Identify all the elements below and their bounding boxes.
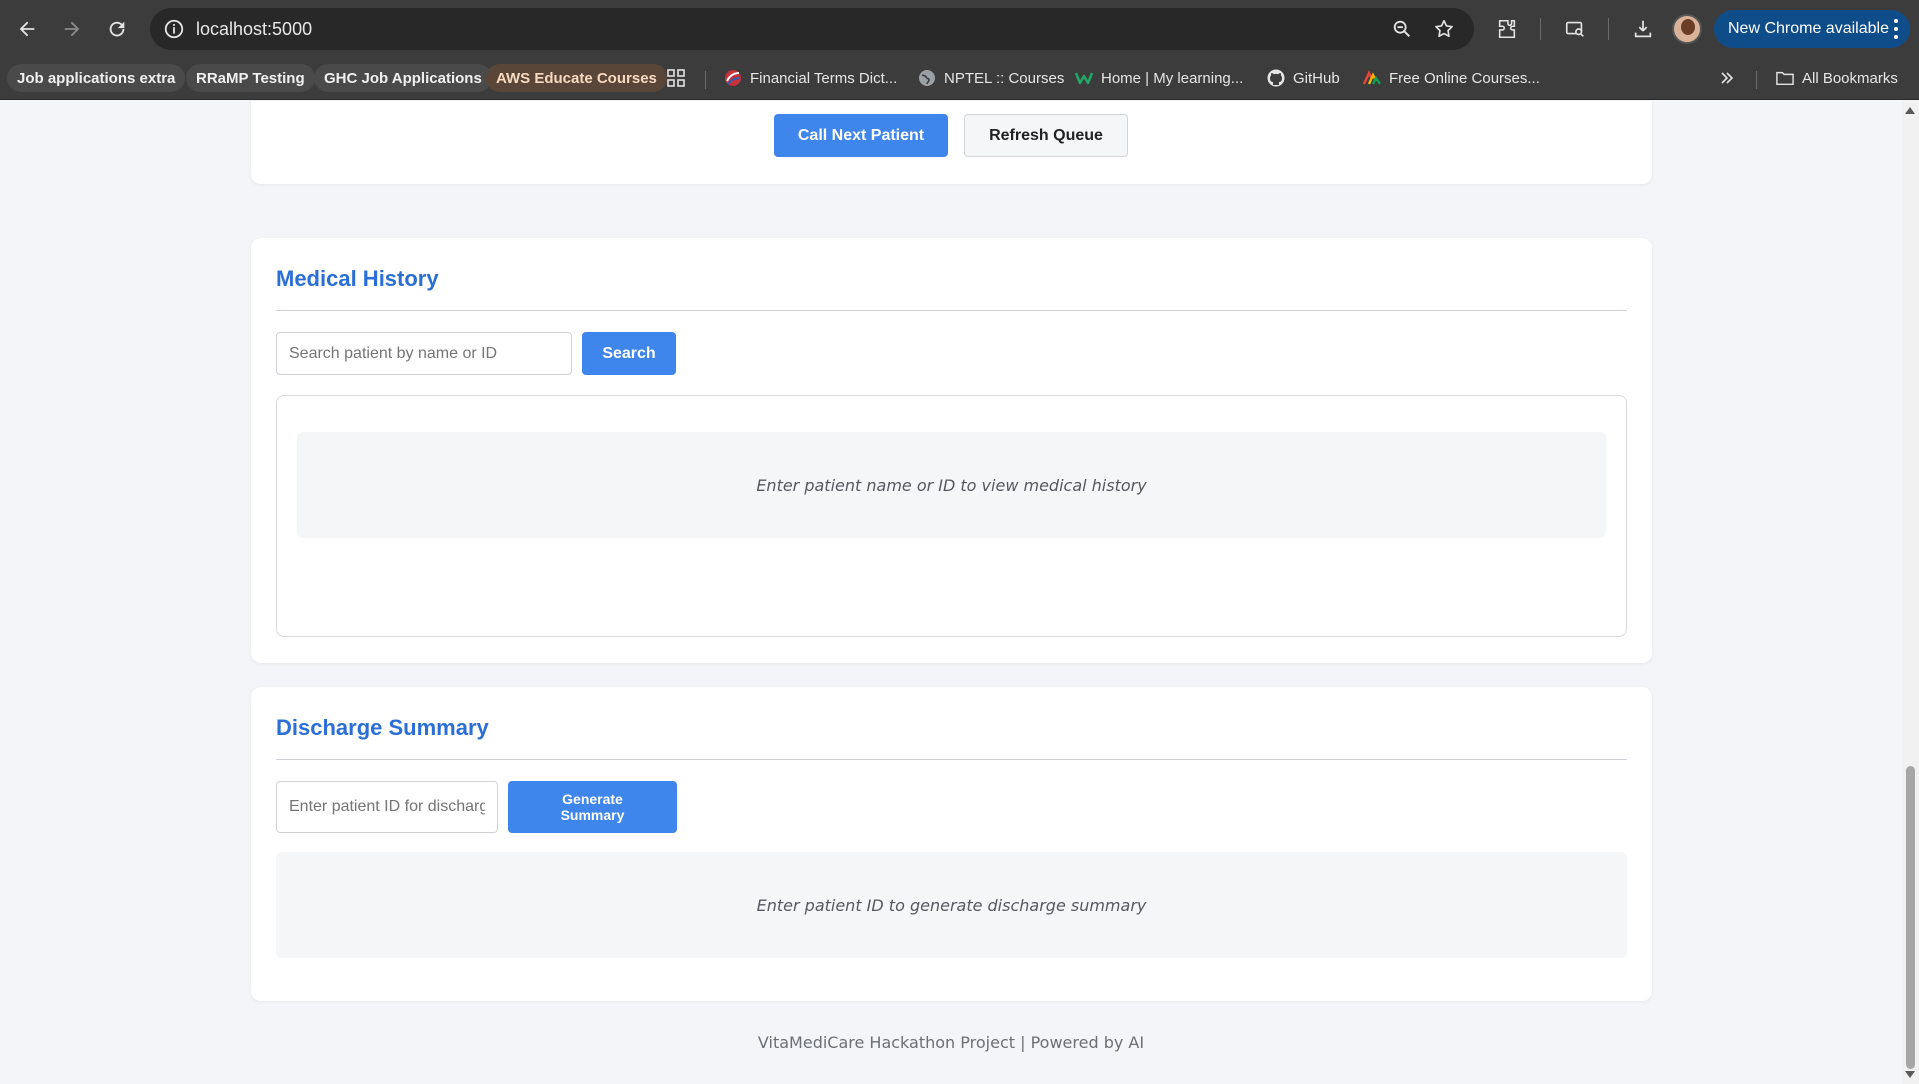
queue-card: Call Next Patient Refresh Queue [251,101,1652,184]
all-bookmarks-button[interactable]: All Bookmarks [1776,64,1898,92]
scroll-down-arrow-icon[interactable] [1905,1071,1915,1078]
bookmark-nptel-courses[interactable]: NPTEL :: Courses [918,64,1064,92]
star-icon[interactable] [1432,17,1456,41]
download-icon[interactable] [1628,14,1658,44]
medical-history-results: Enter patient name or ID to view medical… [276,395,1627,637]
bookmark-aws-educate-courses[interactable]: AWS Educate Courses [486,64,667,92]
arrow-right-icon [64,21,80,37]
learning-favicon-icon [1075,69,1093,87]
forward-button[interactable] [53,10,91,48]
bookmark-financial-terms[interactable]: Financial Terms Dict... [724,64,897,92]
page-scrollbar[interactable] [1902,101,1919,1084]
bookmark-ghc-job-applications[interactable]: GHC Job Applications [314,64,492,92]
reload-icon [109,21,125,37]
address-bar[interactable]: localhost:5000 [150,8,1474,50]
discharge-summary-empty-message: Enter patient ID to generate discharge s… [276,852,1627,958]
discharge-patient-id-input[interactable] [276,781,498,833]
bookmarks-divider [705,71,706,89]
scroll-thumb[interactable] [1906,766,1915,1069]
page-footer: VitaMediCare Hackathon Project | Powered… [757,1033,1145,1052]
medical-history-empty-message: Enter patient name or ID to view medical… [297,432,1606,538]
bookmark-home-my-learning[interactable]: Home | My learning... [1075,64,1243,92]
profile-avatar[interactable] [1672,14,1702,44]
toolbar-divider [1540,18,1541,40]
courses-favicon-icon [1363,69,1381,87]
folder-icon [1776,69,1794,87]
chrome-update-button[interactable]: New Chrome available [1714,10,1910,48]
arrow-left-icon [19,21,35,37]
patient-search-input[interactable] [276,332,572,375]
back-button[interactable] [8,10,46,48]
generate-summary-button[interactable]: Generate Summary [508,781,677,833]
section-divider [276,310,1627,311]
extensions-icon[interactable] [1492,14,1522,44]
medical-history-card: Medical History Search Enter patient nam… [251,238,1652,663]
globe-icon [918,69,936,87]
bookmark-free-online-courses[interactable]: Free Online Courses... [1363,64,1540,92]
update-label: New Chrome available [1728,20,1889,37]
bookmark-github[interactable]: GitHub [1267,64,1340,92]
section-divider [276,759,1627,760]
medical-history-title: Medical History [276,266,439,291]
scroll-up-arrow-icon[interactable] [1905,107,1915,114]
reload-button[interactable] [98,10,136,48]
call-next-patient-button[interactable]: Call Next Patient [774,114,948,157]
more-vert-icon [1894,19,1898,39]
bookmarks-bar: Job applications extra RRaMP Testing GHC… [0,58,1919,100]
search-button[interactable]: Search [582,332,676,375]
financial-terms-favicon-icon [724,69,742,87]
bookmarks-divider [1756,71,1757,89]
apps-grid-icon[interactable] [666,64,686,92]
tab-search-icon[interactable] [1560,14,1590,44]
bookmark-job-applications-extra[interactable]: Job applications extra [7,64,186,92]
url-text: localhost:5000 [196,19,313,39]
browser-toolbar: localhost:5000 New Chrome available [0,0,1919,58]
bookmarks-overflow-icon[interactable] [1718,64,1736,92]
zoom-icon[interactable] [1390,17,1414,41]
refresh-queue-button[interactable]: Refresh Queue [964,114,1128,157]
discharge-summary-card: Discharge Summary Generate Summary Enter… [251,687,1652,1001]
bookmark-rramp-testing[interactable]: RRaMP Testing [186,64,315,92]
site-info-icon[interactable] [162,17,186,41]
github-icon [1267,69,1285,87]
discharge-summary-title: Discharge Summary [276,715,489,740]
page-viewport: Call Next Patient Refresh Queue Medical … [0,101,1902,1084]
toolbar-divider [1608,18,1609,40]
